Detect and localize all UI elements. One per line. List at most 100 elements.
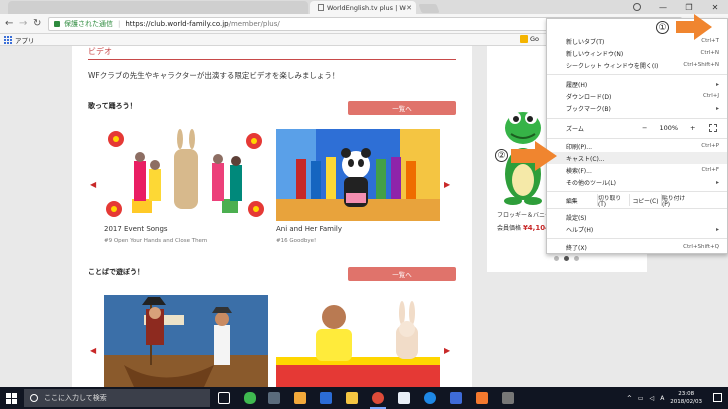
menu-divider xyxy=(547,208,727,209)
app-icon[interactable] xyxy=(502,392,514,404)
step-marker-1: ① xyxy=(656,21,669,34)
app-icon[interactable] xyxy=(294,392,306,404)
menu-item-settings[interactable]: 設定(S) xyxy=(547,211,727,223)
folder-icon[interactable] xyxy=(346,392,358,404)
menu-divider xyxy=(547,74,727,75)
app-icon[interactable] xyxy=(320,392,332,404)
menu-shortcut: Ctrl+P xyxy=(701,143,719,149)
video-image xyxy=(276,295,440,387)
menu-item-cast[interactable]: キャスト(C)... xyxy=(547,152,727,164)
ime-indicator[interactable]: A xyxy=(660,395,664,402)
tab-active[interactable]: WorldEnglish.tv plus | Wo ✕ xyxy=(310,1,416,14)
carousel-prev-arrow[interactable]: ◀ xyxy=(90,180,96,189)
menu-shortcut: Ctrl+Shift+Q xyxy=(683,244,719,250)
price-row: 会員価格 ¥4,104 xyxy=(497,223,550,232)
orange-arrow-1-icon xyxy=(676,14,712,40)
menu-item-find[interactable]: 検索(F)... Ctrl+F xyxy=(547,164,727,176)
close-tab-icon[interactable]: ✕ xyxy=(406,4,412,12)
price-label: 会員価格 xyxy=(497,225,522,232)
new-tab-button[interactable] xyxy=(418,4,440,13)
zoom-controls: − 100% + xyxy=(642,124,696,132)
video-title[interactable]: Ani and Her Family xyxy=(276,225,342,233)
menu-label: ダウンロード(D) xyxy=(566,93,612,101)
carousel-next-arrow[interactable]: ▶ xyxy=(444,180,450,189)
carousel-dot-active[interactable] xyxy=(564,256,569,261)
profile-button[interactable] xyxy=(624,0,650,14)
edge-icon[interactable] xyxy=(424,392,436,404)
forward-button[interactable]: → xyxy=(19,18,27,29)
app-icon[interactable] xyxy=(398,392,410,404)
system-tray: ^ ▭ ◁ A 23:08 2018/02/03 xyxy=(627,390,702,406)
menu-item-more-tools[interactable]: その他のツール(L) ▸ xyxy=(547,176,727,188)
view-all-button[interactable]: 一覧へ xyxy=(348,267,456,281)
video-image xyxy=(104,129,268,221)
divider: | xyxy=(118,20,121,28)
tray-up-icon[interactable]: ^ xyxy=(627,395,632,402)
zoom-in-button[interactable]: + xyxy=(690,124,695,132)
calculator-icon[interactable] xyxy=(268,392,280,404)
video-thumbnail[interactable] xyxy=(276,129,440,221)
menu-item-new-window[interactable]: 新しいウィンドウ(N) Ctrl+N xyxy=(547,47,727,59)
chrome-icon[interactable] xyxy=(372,392,384,404)
menu-label: 印刷(P)... xyxy=(566,143,593,151)
menu-item-print[interactable]: 印刷(P)... Ctrl+P xyxy=(547,140,727,152)
menu-label: 新しいウィンドウ(N) xyxy=(566,50,624,58)
menu-shortcut: Ctrl+Shift+N xyxy=(683,62,719,68)
video-thumbnail[interactable] xyxy=(276,295,440,387)
menu-item-bookmarks[interactable]: ブックマーク(B) ▸ xyxy=(547,102,727,114)
folder-icon xyxy=(520,35,528,43)
network-icon[interactable]: ▭ xyxy=(638,395,644,402)
carousel-next-arrow[interactable]: ▶ xyxy=(444,346,450,355)
apps-bookmark[interactable]: アプリ xyxy=(15,35,35,45)
office-icon[interactable] xyxy=(476,392,488,404)
menu-label: キャスト(C)... xyxy=(566,155,605,163)
windows-start-icon[interactable] xyxy=(6,393,17,404)
video-thumbnail[interactable] xyxy=(104,129,268,221)
menu-item-history[interactable]: 履歴(H) ▸ xyxy=(547,78,727,90)
paste-button[interactable]: 貼り付け(P) xyxy=(661,194,693,208)
taskbar: ここに入力して検索 ^ ▭ ◁ A 23:08 2018/02/03 xyxy=(0,387,728,409)
minimize-button[interactable]: — xyxy=(650,0,676,14)
video-subtitle: #9 Open Your Hands and Close Them xyxy=(104,238,208,244)
video-image xyxy=(104,295,268,387)
video-thumbnail[interactable] xyxy=(104,295,268,387)
volume-icon[interactable]: ◁ xyxy=(650,395,655,402)
menu-label: ヘルプ(H) xyxy=(566,226,594,234)
line-icon[interactable] xyxy=(244,392,256,404)
carousel-prev-arrow[interactable]: ◀ xyxy=(90,346,96,355)
mail-icon[interactable] xyxy=(450,392,462,404)
bookmark-item[interactable]: Go xyxy=(520,35,539,43)
window-controls: — ❐ ✕ xyxy=(624,0,728,14)
close-window-button[interactable]: ✕ xyxy=(702,0,728,14)
restore-button[interactable]: ❐ xyxy=(676,0,702,14)
tab-inactive[interactable] xyxy=(8,1,308,14)
notification-icon[interactable] xyxy=(713,393,722,402)
menu-label: その他のツール(L) xyxy=(566,179,617,187)
menu-item-help[interactable]: ヘルプ(H) ▸ xyxy=(547,223,727,235)
clock[interactable]: 23:08 2018/02/03 xyxy=(670,390,702,406)
taskbar-search[interactable]: ここに入力して検索 xyxy=(24,389,210,407)
back-button[interactable]: ← xyxy=(5,18,13,29)
carousel-dot[interactable] xyxy=(574,256,579,261)
apps-icon xyxy=(4,35,12,44)
video-section: ビデオ WFクラブの先生やキャラクターが出演する限定ビデオを楽しみましょう！ 歌… xyxy=(72,46,472,387)
orange-arrow-2-icon xyxy=(511,141,557,171)
tab-title: WorldEnglish.tv plus | Wo xyxy=(327,3,407,12)
menu-item-exit[interactable]: 終了(X) Ctrl+Shift+Q xyxy=(547,241,727,253)
carousel-dot[interactable] xyxy=(554,256,559,261)
fullscreen-icon[interactable] xyxy=(709,124,717,132)
zoom-out-button[interactable]: − xyxy=(642,124,647,132)
cut-button[interactable]: 切り取り(T) xyxy=(597,194,629,208)
product-name[interactable]: フロッギー＆バニー xyxy=(497,210,551,219)
chrome-menu: 新しいタブ(T) Ctrl+T 新しいウィンドウ(N) Ctrl+N シークレッ… xyxy=(546,18,728,254)
menu-item-downloads[interactable]: ダウンロード(D) Ctrl+J xyxy=(547,90,727,102)
menu-label: 履歴(H) xyxy=(566,81,588,89)
copy-button[interactable]: コピー(C) xyxy=(629,194,661,206)
menu-item-incognito[interactable]: シークレット ウィンドウを開く(I) Ctrl+Shift+N xyxy=(547,59,727,71)
section-title: ビデオ xyxy=(88,47,112,56)
task-view-icon[interactable] xyxy=(218,392,230,404)
view-all-button[interactable]: 一覧へ xyxy=(348,101,456,115)
submenu-arrow-icon: ▸ xyxy=(715,225,719,233)
reload-button[interactable]: ↻ xyxy=(33,18,41,29)
video-title[interactable]: 2017 Event Songs xyxy=(104,225,168,233)
